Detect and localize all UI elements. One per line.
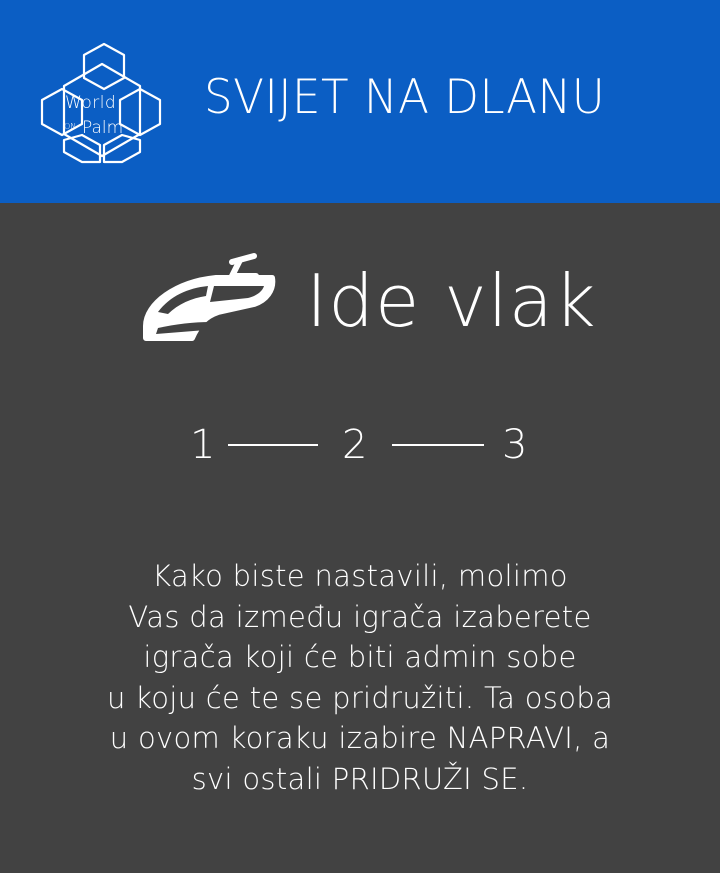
step-3: 3 (502, 422, 528, 468)
instructions-text: Kako biste nastavili, molimo Vas da izme… (40, 556, 680, 799)
instruction-line: Kako biste nastavili, molimo (152, 559, 568, 593)
instruction-line: u koju će te se pridružiti. Ta osoba (106, 680, 614, 715)
step-connector (392, 444, 484, 446)
game-title: Ide vlak (306, 259, 597, 343)
instruction-line: Vas da između igrača izaberete (128, 599, 592, 634)
step-connector (228, 444, 318, 446)
logo-word-palm: Palm (82, 118, 124, 138)
instruction-line: u ovom koraku izabire NAPRAVI, a (109, 721, 611, 755)
app-title: SVIJET NA DLANU (204, 70, 606, 125)
instruction-line: svi ostali PRIDRUŽI SE. (191, 761, 529, 796)
step-progress: 1 2 3 (190, 420, 540, 470)
logo-word-world: World (65, 93, 117, 113)
step-1: 1 (190, 422, 216, 468)
world-on-palm-logo: World ON Palm (36, 42, 166, 164)
train-icon (136, 252, 278, 346)
logo-word-on: ON (64, 122, 77, 131)
step-2: 2 (342, 422, 368, 468)
app-header: World ON Palm SVIJET NA DLANU (0, 0, 720, 203)
instruction-line: igrača koji će biti admin sobe (143, 640, 577, 674)
